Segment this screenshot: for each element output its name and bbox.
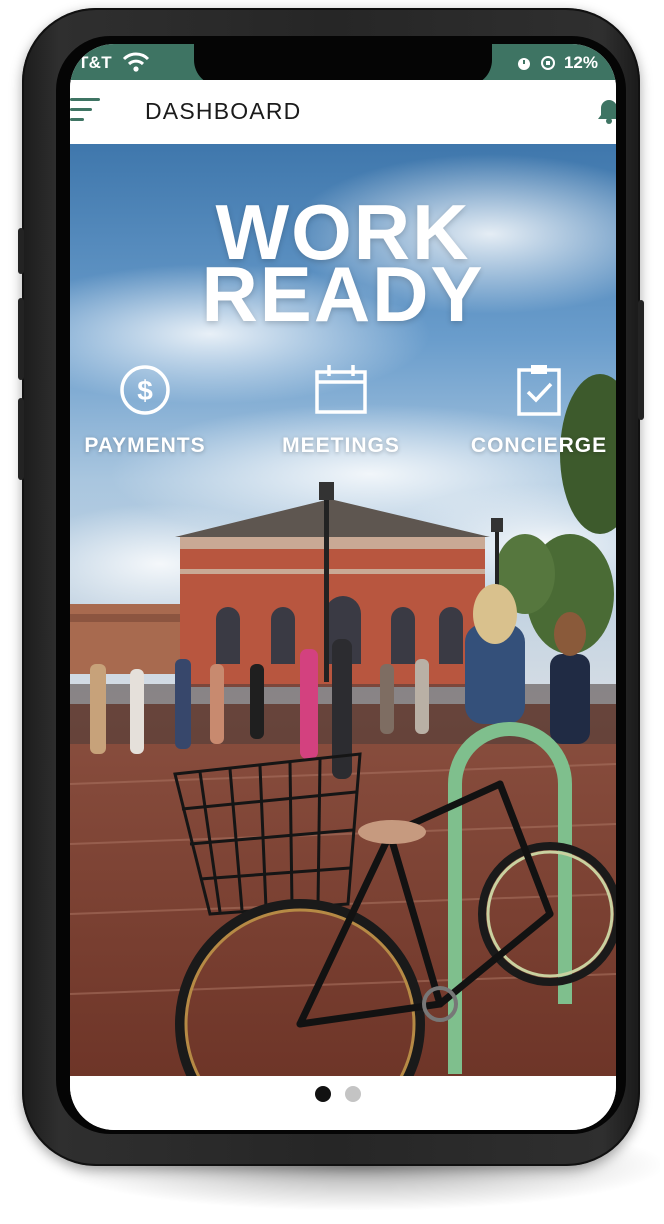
orientation-lock-icon [540,56,555,70]
phone-screen: WORK READY $ PAYMENTS MEETINGS CONCIERGE… [70,44,616,1130]
clipboard-check-icon [517,365,561,416]
app-header: DASHBOARD [70,80,616,144]
page-dot-1[interactable] [315,1086,331,1102]
page-title: DASHBOARD [145,98,302,124]
hero-banner: WORK READY $ PAYMENTS MEETINGS CONCIERGE [70,144,616,1076]
bell-icon[interactable] [598,98,616,124]
side-button-power [638,300,644,420]
alarm-icon [517,58,530,70]
side-button-volume-up [18,298,24,380]
calendar-icon [315,365,367,414]
meetings-label: MEETINGS [282,434,400,457]
side-button-volume-down [18,398,24,480]
page-indicator [70,1076,616,1130]
hero-title-line2: READY [201,250,485,338]
carrier-name: T&T [78,53,112,72]
payments-button[interactable]: $ PAYMENTS [70,362,220,462]
svg-text:$: $ [137,375,153,406]
battery-percent: 12% [563,53,598,72]
side-button-silent [18,228,24,274]
payments-label: PAYMENTS [84,434,206,457]
wifi-icon [122,52,150,72]
page-dot-2[interactable] [345,1086,361,1102]
dollar-circle-icon: $ [120,365,170,415]
hamburger-menu-icon[interactable] [70,98,102,124]
status-right-group: 12% [516,53,598,73]
concierge-button[interactable]: CONCIERGE [464,362,614,462]
meetings-button[interactable]: MEETINGS [266,362,416,462]
concierge-label: CONCIERGE [470,434,608,457]
